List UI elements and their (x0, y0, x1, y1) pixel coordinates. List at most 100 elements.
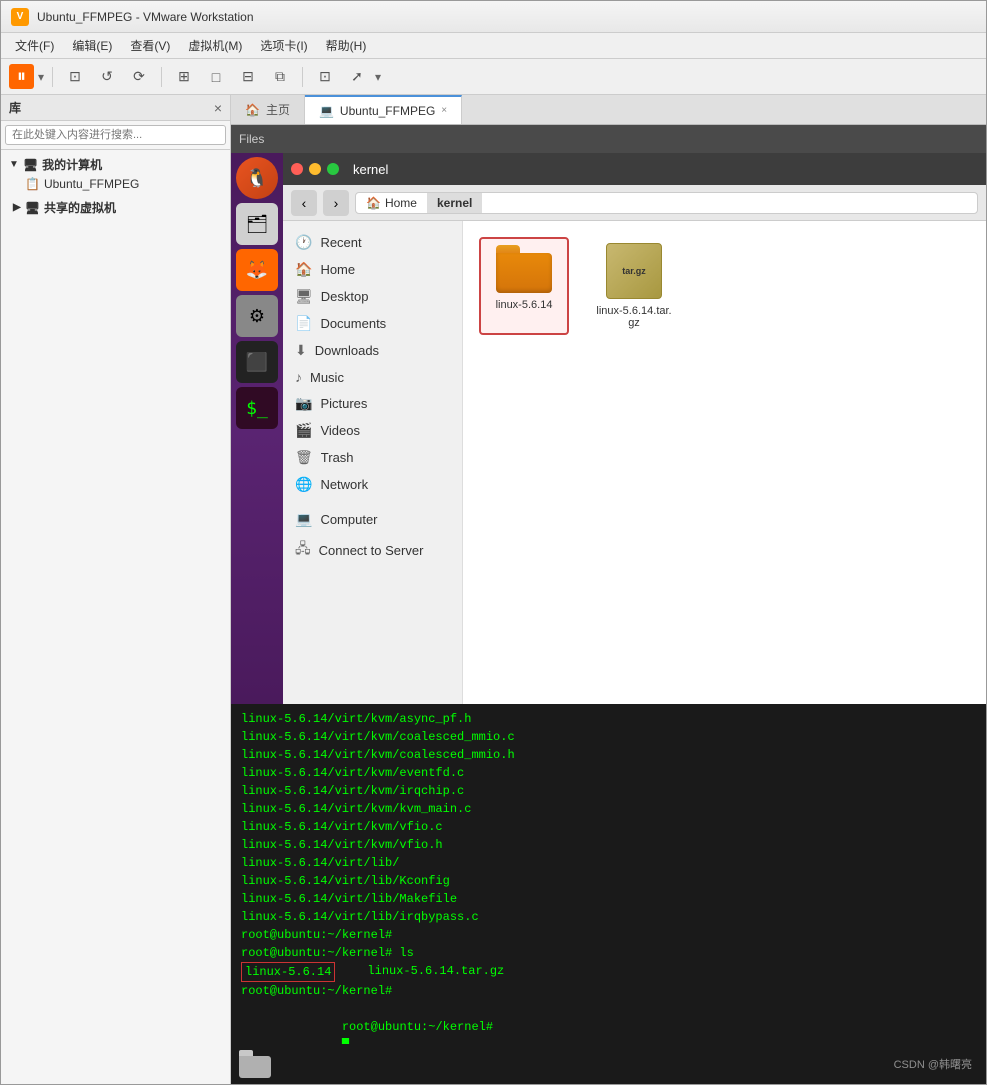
dock-ubuntu-icon[interactable]: 🐧 (236, 157, 278, 199)
files-window-title: kernel (353, 162, 388, 177)
sidebar-item-trash[interactable]: 🗑 Trash (283, 444, 462, 471)
shared-label: 共享的虚拟机 (44, 199, 116, 216)
sidebar-item-computer[interactable]: 💻 Computer (283, 506, 462, 533)
terminal-line-14: root@ubuntu:~/kernel# ls (241, 944, 976, 962)
terminal-line-12: linux-5.6.14/virt/lib/irqbypass.c (241, 908, 976, 926)
sidebar-item-home[interactable]: 🏠 Home (283, 256, 462, 283)
targz-icon: tar.gz (606, 243, 662, 299)
terminal-ls-output: linux-5.6.14 linux-5.6.14.tar.gz (241, 962, 976, 982)
view-button-1[interactable]: ⊞ (170, 64, 198, 90)
computer-icon: 🖥 (23, 158, 38, 172)
desktop-icon: 🖥 (295, 288, 313, 305)
file-grid: linux-5.6.14 tar.gz linux-5.6.14.tar.gz (463, 221, 986, 704)
dock-video-icon[interactable]: ⬛ (236, 341, 278, 383)
folder-icon-linux (496, 245, 552, 293)
sidebar-item-videos[interactable]: 🎬 Videos (283, 417, 462, 444)
ubuntu-dock: 🐧 🗂 🦊 ⚙ ⬛ (231, 153, 283, 704)
search-input[interactable] (5, 125, 226, 145)
fullscreen-button[interactable]: ➚ (343, 64, 371, 90)
sidebar-videos-label: Videos (320, 423, 360, 438)
ls-folder: linux-5.6.14 (241, 962, 335, 982)
tab-home[interactable]: 🏠 主页 (231, 95, 305, 124)
files-app: kernel ‹ › 🏠 Home (283, 153, 986, 704)
tab-close-icon[interactable]: × (441, 105, 447, 116)
sidebar-home-label: Home (320, 262, 355, 277)
sidebar-pictures-label: Pictures (320, 396, 367, 411)
menu-tab[interactable]: 选项卡(I) (252, 35, 315, 56)
files-titlebar: kernel (283, 153, 986, 185)
vm-label: Ubuntu_FFMPEG (44, 177, 139, 191)
sidebar-desktop-label: Desktop (321, 289, 369, 304)
vm-area: Files 🐧 🗂 🦊 (231, 125, 986, 1084)
menu-help[interactable]: 帮助(H) (318, 35, 375, 56)
view-button-4[interactable]: ⧉ (266, 64, 294, 90)
sidebar-item-connect-server[interactable]: 🖧 Connect to Server (283, 533, 462, 567)
sidebar-item-downloads[interactable]: ⬇ Downloads (283, 337, 462, 364)
menu-edit[interactable]: 编辑(E) (64, 35, 120, 56)
linux-folder-label: linux-5.6.14 (496, 299, 553, 311)
refresh-button[interactable]: ⟳ (125, 64, 153, 90)
pause-button[interactable]: ⏸ (9, 64, 34, 89)
my-computer-label: 我的计算机 (42, 156, 102, 173)
music-icon: ♪ (295, 369, 302, 385)
sidebar-item-documents[interactable]: 📄 Documents (283, 310, 462, 337)
sidebar-item-music[interactable]: ♪ Music (283, 364, 462, 390)
dock-firefox-icon[interactable]: 🦊 (236, 249, 278, 291)
recent-icon: 🕐 (295, 234, 312, 251)
back-button[interactable]: ‹ (291, 190, 317, 216)
window-maximize-button[interactable] (327, 163, 339, 175)
home-sidebar-icon: 🏠 (295, 261, 312, 278)
menu-file[interactable]: 文件(F) (7, 35, 62, 56)
shared-icon: 🖥 (25, 201, 40, 215)
window-minimize-button[interactable] (309, 163, 321, 175)
trash-icon: 🗑 (295, 449, 313, 466)
console-button[interactable]: ⊡ (311, 64, 339, 90)
view-button-3[interactable]: ⊟ (234, 64, 262, 90)
sidebar-documents-label: Documents (320, 316, 386, 331)
terminal-line-6: linux-5.6.14/virt/kvm/kvm_main.c (241, 800, 976, 818)
sidebar-item-pictures[interactable]: 📷 Pictures (283, 390, 462, 417)
menu-view[interactable]: 查看(V) (122, 35, 178, 56)
fullscreen-dropdown[interactable]: ▾ (375, 70, 381, 84)
toolbar-sep-2 (161, 67, 162, 87)
targz-text: tar.gz (622, 266, 646, 276)
file-item-linux-folder[interactable]: linux-5.6.14 (479, 237, 569, 335)
terminal-prompt-2-text: root@ubuntu:~/kernel# (342, 1020, 500, 1034)
send-ctrl-alt-del-button[interactable]: ⊡ (61, 64, 89, 90)
breadcrumb-home[interactable]: 🏠 Home (356, 193, 427, 213)
videos-icon: 🎬 (295, 422, 312, 439)
dock-files-icon[interactable]: 🗂 (236, 203, 278, 245)
dock-terminal-icon[interactable]: $_ (236, 387, 278, 429)
sidebar-network-label: Network (320, 477, 368, 492)
sidebar-computer-label: Computer (320, 512, 377, 527)
computer-sidebar-icon: 💻 (295, 511, 312, 528)
network-icon: 🌐 (295, 476, 312, 493)
window-close-button[interactable] (291, 163, 303, 175)
folder-body (496, 253, 552, 293)
library-search (1, 121, 230, 150)
view-button-2[interactable]: □ (202, 64, 230, 90)
file-item-linux-targz[interactable]: tar.gz linux-5.6.14.tar.gz (589, 237, 679, 335)
ls-archive: linux-5.6.14.tar.gz (367, 962, 504, 982)
forward-button[interactable]: › (323, 190, 349, 216)
sidebar-item-desktop[interactable]: 🖥 Desktop (283, 283, 462, 310)
sidebar-item-network[interactable]: 🌐 Network (283, 471, 462, 498)
breadcrumb-kernel-label: kernel (437, 196, 472, 210)
vm-ubuntu-item[interactable]: 📋 Ubuntu_FFMPEG (5, 175, 226, 193)
library-close-button[interactable]: × (214, 100, 222, 116)
main-layout: 库 × ▼ 🖥 我的计算机 📋 Ubuntu_FFMPEG ▶ 🖥 (1, 95, 986, 1084)
tab-ubuntu[interactable]: 💻 Ubuntu_FFMPEG × (305, 95, 462, 124)
home-breadcrumb-icon: 🏠 (366, 196, 381, 210)
breadcrumb-bar: 🏠 Home kernel (355, 192, 978, 214)
pause-dropdown[interactable]: ▾ (38, 70, 44, 84)
menu-vm[interactable]: 虚拟机(M) (180, 35, 250, 56)
dock-settings-icon[interactable]: ⚙ (236, 295, 278, 337)
watermark: CSDN @韩曙亮 (894, 1056, 972, 1072)
files-menubar: Files (231, 125, 986, 153)
library-tree: ▼ 🖥 我的计算机 📋 Ubuntu_FFMPEG ▶ 🖥 共享的虚拟机 (1, 150, 230, 1084)
power-button[interactable]: ↺ (93, 64, 121, 90)
vm-tab-icon: 💻 (319, 104, 334, 118)
sidebar-item-recent[interactable]: 🕐 Recent (283, 229, 462, 256)
files-content: 🕐 Recent 🏠 Home 🖥 Des (283, 221, 986, 704)
breadcrumb-kernel[interactable]: kernel (427, 193, 482, 213)
